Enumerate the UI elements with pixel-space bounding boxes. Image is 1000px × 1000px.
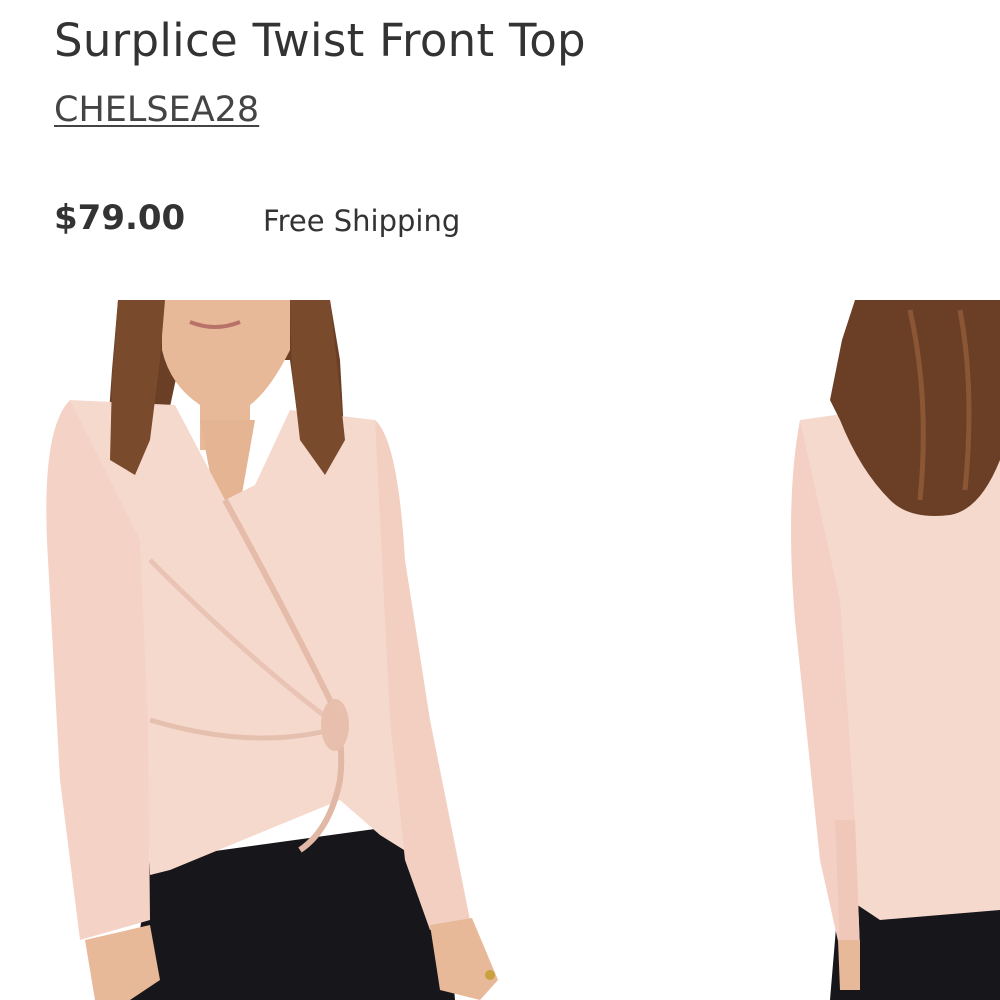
product-title: Surplice Twist Front Top — [54, 14, 586, 67]
brand-link[interactable]: CHELSEA28 — [54, 90, 259, 130]
product-image-back[interactable] — [760, 300, 1000, 1000]
image-carousel[interactable] — [0, 300, 1000, 1000]
shipping-label: Free Shipping — [263, 204, 461, 238]
product-price: $79.00 — [54, 198, 186, 238]
product-image-front[interactable] — [0, 300, 520, 1000]
product-page: Surplice Twist Front Top CHELSEA28 $79.0… — [0, 0, 1000, 1000]
